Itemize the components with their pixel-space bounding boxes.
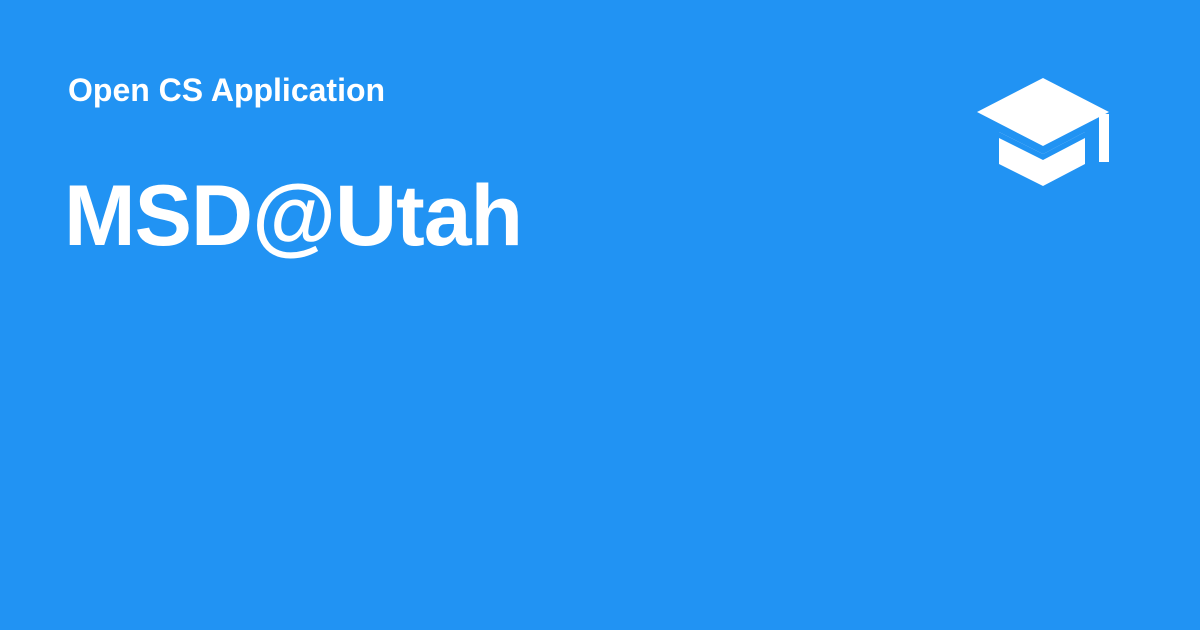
site-subtitle: Open CS Application — [68, 72, 386, 108]
page-title: MSD@Utah — [64, 168, 523, 264]
social-card: Open CS Application MSD@Utah — [0, 0, 1200, 630]
graduation-cap-icon — [977, 78, 1109, 186]
